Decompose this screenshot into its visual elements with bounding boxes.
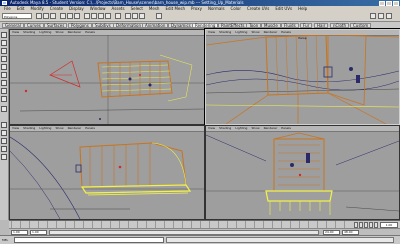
front-view-scene <box>10 136 204 219</box>
shelf-tab-muscle[interactable]: Muscle <box>261 23 281 28</box>
command-input[interactable] <box>14 237 164 243</box>
shelf-tab-hair[interactable]: Hair <box>314 23 329 28</box>
move-tool-icon[interactable] <box>1 56 7 62</box>
window-controls <box>379 0 399 6</box>
outliner-layout-icon[interactable] <box>1 146 7 152</box>
render-settings-icon[interactable] <box>139 13 145 19</box>
attribute-editor-icon[interactable] <box>370 13 376 19</box>
shelf-tab-deformation[interactable]: Deformation <box>113 23 144 28</box>
barn-house-wireframe <box>97 54 193 102</box>
select-tool-icon[interactable] <box>1 32 7 38</box>
two-pane-layout-icon[interactable] <box>1 138 7 144</box>
shelf-tab-rendering[interactable]: Rendering <box>192 23 219 28</box>
shelf-tab-polygons[interactable]: Polygons <box>68 23 92 28</box>
top-view-scene <box>10 35 204 124</box>
last-tool-icon[interactable] <box>1 106 7 112</box>
rotate-tool-icon[interactable] <box>1 64 7 70</box>
input-box-icon[interactable] <box>156 13 162 19</box>
lasso-tool-icon[interactable] <box>1 40 7 46</box>
command-line: MEL <box>0 235 400 244</box>
construction-history-icon[interactable] <box>115 13 121 19</box>
camera-frustum-icon <box>24 60 81 93</box>
snap-curve-icon[interactable] <box>91 13 97 19</box>
snap-point-icon[interactable] <box>98 13 104 19</box>
manipulator-tool-icon[interactable] <box>1 80 7 86</box>
viewport-persp-label: Persp <box>298 36 307 40</box>
shelf-tabs: General Curves Surfaces Polygons Subdivs… <box>0 22 400 29</box>
snap-plane-icon[interactable] <box>105 13 111 19</box>
range-slider: 1.00 1.00 24.00 48.00 <box>9 228 400 235</box>
shelf-tab-painteffects[interactable]: PaintEffects <box>218 23 248 28</box>
viewport-top[interactable]: View Shading Lighting Show Renderer Pane… <box>9 29 205 125</box>
viewport-side[interactable]: View Shading Lighting Show Renderer Pane… <box>205 125 400 220</box>
paint-select-tool-icon[interactable] <box>1 48 7 54</box>
time-slider[interactable]: 1.00 <box>9 220 400 229</box>
show-manipulator-icon[interactable] <box>1 96 7 102</box>
select-component-icon[interactable] <box>74 13 80 19</box>
open-scene-icon[interactable] <box>43 13 49 19</box>
maximize-button[interactable] <box>386 0 392 6</box>
soft-mod-tool-icon[interactable] <box>1 88 7 94</box>
shelf-tab-general[interactable]: General <box>2 23 24 28</box>
menu-set-value: Polygons <box>4 15 18 19</box>
tool-settings-icon[interactable] <box>378 13 384 19</box>
shelf-tab-toon[interactable]: Toon <box>246 23 262 28</box>
save-scene-icon[interactable] <box>50 13 56 19</box>
command-result-field <box>166 237 394 243</box>
persp-view-scene <box>206 35 399 124</box>
shelf-tab-animation[interactable]: Animation <box>142 23 169 28</box>
barn-side-wireframe <box>265 132 333 215</box>
shelf-tab-ncloth[interactable]: nCloth <box>330 23 349 28</box>
shelf-tab-dynamics[interactable]: Dynamics <box>168 23 194 28</box>
snap-grid-icon[interactable] <box>84 13 90 19</box>
shelf-tab-fur[interactable]: Fur <box>300 23 313 28</box>
scale-tool-icon[interactable] <box>1 72 7 78</box>
status-line: Polygons <box>0 11 400 22</box>
command-language-label[interactable]: MEL <box>2 237 8 244</box>
single-pane-layout-icon[interactable] <box>1 122 7 128</box>
side-view-scene <box>206 132 399 215</box>
four-pane-layout-icon[interactable] <box>1 130 7 136</box>
select-hierarchy-icon[interactable] <box>60 13 66 19</box>
shelf-tab-curves[interactable]: Curves <box>24 23 44 28</box>
select-object-icon[interactable] <box>67 13 73 19</box>
shelf-tab-surfaces[interactable]: Surfaces <box>44 23 68 28</box>
maya-app-icon <box>2 1 7 5</box>
ipr-render-icon[interactable] <box>132 13 138 19</box>
shelf-tab-custom[interactable]: Custom <box>350 23 372 28</box>
toolbox <box>0 29 9 220</box>
viewport-front[interactable]: View Shading Lighting Show Renderer Pane… <box>9 125 205 220</box>
interior-wireframe <box>206 35 399 124</box>
viewport-persp[interactable]: View Shading Lighting Show Renderer Pane… <box>204 28 400 126</box>
render-current-icon[interactable] <box>125 13 131 19</box>
graph-layout-icon[interactable] <box>1 154 7 160</box>
barn-front-wireframe <box>75 142 192 196</box>
close-button[interactable] <box>393 0 399 6</box>
shelf-tab-subdivs[interactable]: Subdivs <box>92 23 114 28</box>
new-scene-icon[interactable] <box>36 13 42 19</box>
minimize-button[interactable] <box>379 0 385 6</box>
shelf-tab-fluids[interactable]: Fluids <box>281 23 299 28</box>
menu-set-selector[interactable]: Polygons <box>2 13 32 19</box>
channel-box-icon[interactable] <box>386 13 392 19</box>
